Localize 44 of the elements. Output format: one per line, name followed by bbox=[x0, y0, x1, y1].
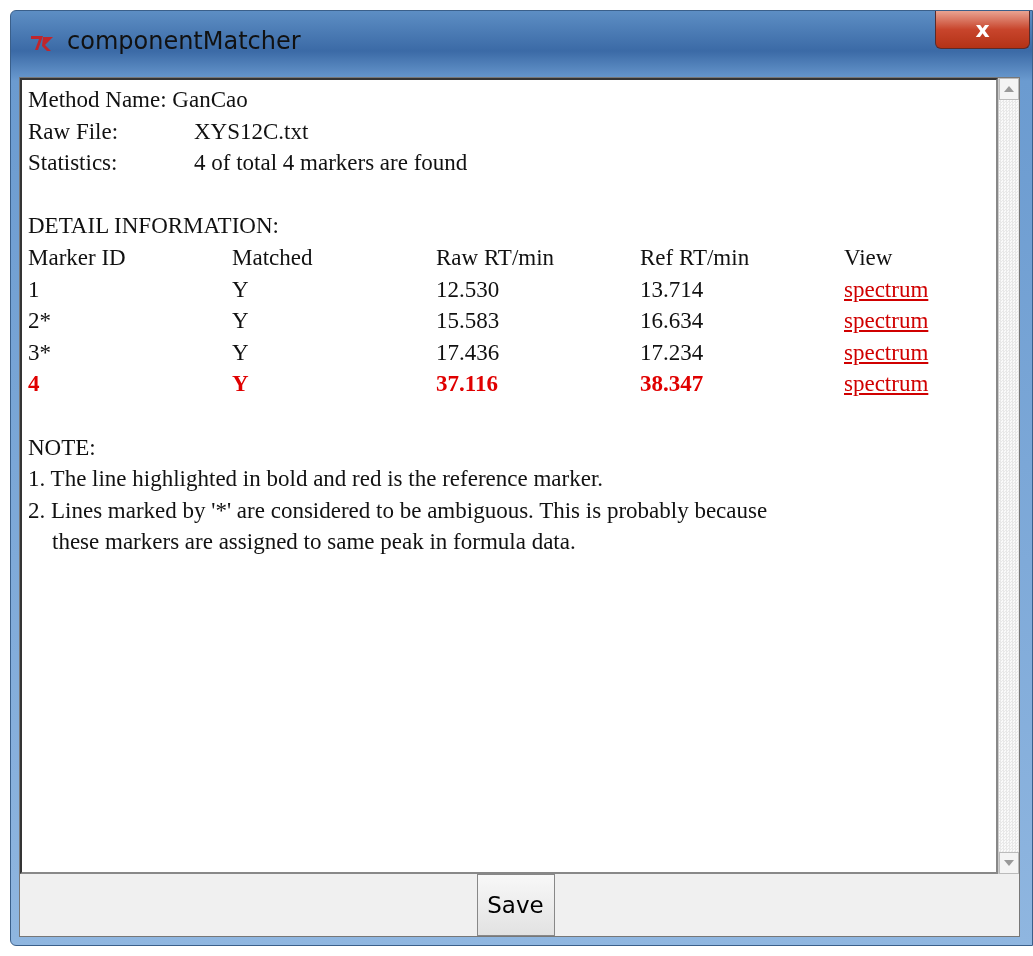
table-cell-text: Y bbox=[232, 338, 250, 367]
column-header: Marker ID bbox=[28, 243, 127, 272]
window-title: componentMatcher bbox=[67, 27, 301, 55]
column-header: Ref RT/min bbox=[640, 243, 751, 272]
field-value: 4 of total 4 markers are found bbox=[194, 149, 468, 178]
table-cell-text: Y bbox=[232, 370, 250, 399]
up-arrow-icon bbox=[1004, 86, 1014, 92]
table-cell-text: 4 bbox=[28, 370, 41, 399]
scrollbar[interactable] bbox=[998, 78, 1019, 874]
spectrum-link[interactable]: spectrum bbox=[844, 273, 929, 306]
close-button[interactable]: x bbox=[935, 11, 1030, 49]
section-heading: DETAIL INFORMATION: bbox=[28, 212, 279, 241]
column-header: Matched bbox=[232, 243, 314, 272]
spectrum-link[interactable]: spectrum bbox=[844, 368, 929, 400]
column-header: View bbox=[844, 243, 894, 272]
down-arrow-icon bbox=[1004, 860, 1014, 866]
field-value: GanCao bbox=[172, 86, 248, 114]
note-text: 1. The line highlighted in bold and red is the reference marker. bbox=[28, 465, 604, 494]
note-text: these markers are assigned to same peak in formula data. bbox=[52, 528, 576, 557]
table-cell-text: 1 bbox=[28, 275, 41, 304]
scroll-down-button[interactable] bbox=[999, 852, 1019, 874]
field-label: Raw File: bbox=[28, 117, 120, 146]
table-cell-text: 15.583 bbox=[436, 307, 501, 336]
table-cell-text: 17.234 bbox=[640, 338, 705, 367]
table-cell-text: 2* bbox=[28, 307, 52, 336]
scroll-up-button[interactable] bbox=[999, 78, 1019, 100]
section-heading: NOTE: bbox=[28, 433, 96, 462]
table-cell-text: 13.714 bbox=[640, 275, 705, 304]
table-cell-text: 12.530 bbox=[436, 275, 501, 304]
table-cell-text: 37.116 bbox=[436, 370, 499, 399]
table-cell-text: 38.347 bbox=[640, 370, 705, 399]
table-cell-text: Y bbox=[232, 307, 250, 336]
spectrum-link[interactable]: spectrum bbox=[844, 336, 929, 369]
save-button[interactable]: Save bbox=[476, 874, 555, 936]
spectrum-link[interactable]: spectrum bbox=[844, 305, 929, 337]
table-cell-text: Y bbox=[232, 275, 250, 304]
field-label: Method Name: bbox=[28, 86, 167, 114]
table-cell-text: 16.634 bbox=[640, 307, 705, 336]
note-text: 2. Lines marked by '*' are considered to be ambiguous. This is probably because bbox=[28, 496, 768, 525]
table-cell-text: 17.436 bbox=[436, 338, 501, 367]
column-header: Raw RT/min bbox=[436, 243, 556, 272]
field-label: Statistics: bbox=[28, 149, 119, 178]
table-cell-text: 3* bbox=[28, 338, 52, 367]
field-value: XYS12C.txt bbox=[194, 117, 309, 146]
